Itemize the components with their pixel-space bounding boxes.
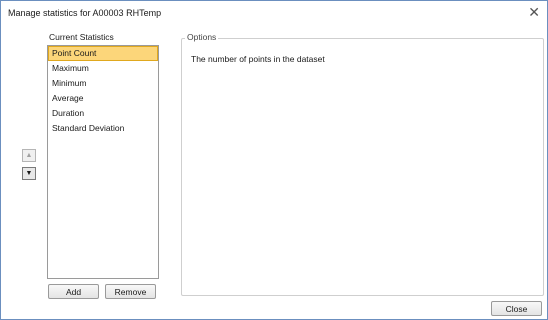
current-statistics-label: Current Statistics (49, 32, 114, 42)
statistics-list[interactable]: Point Count Maximum Minimum Average Dura… (47, 45, 159, 279)
manage-statistics-dialog: Manage statistics for A00003 RHTemp ✕ Cu… (0, 0, 548, 320)
options-group (181, 38, 544, 296)
remove-button[interactable]: Remove (105, 284, 156, 299)
options-description: The number of points in the dataset (191, 54, 325, 64)
window-title: Manage statistics for A00003 RHTemp (8, 8, 162, 18)
arrow-up-icon: ▲ (25, 152, 33, 159)
list-item-minimum[interactable]: Minimum (48, 76, 158, 91)
list-item-standard-deviation[interactable]: Standard Deviation (48, 121, 158, 136)
move-down-button[interactable]: ▼ (22, 167, 36, 180)
options-legend: Options (185, 32, 219, 42)
list-item-point-count[interactable]: Point Count (48, 46, 158, 61)
close-icon[interactable]: ✕ (528, 4, 540, 20)
list-item-maximum[interactable]: Maximum (48, 61, 158, 76)
title-bar: Manage statistics for A00003 RHTemp ✕ (1, 1, 547, 25)
list-item-average[interactable]: Average (48, 91, 158, 106)
close-button[interactable]: Close (491, 301, 542, 316)
move-up-button[interactable]: ▲ (22, 149, 36, 162)
arrow-down-icon: ▼ (25, 170, 33, 177)
list-item-duration[interactable]: Duration (48, 106, 158, 121)
add-button[interactable]: Add (48, 284, 99, 299)
